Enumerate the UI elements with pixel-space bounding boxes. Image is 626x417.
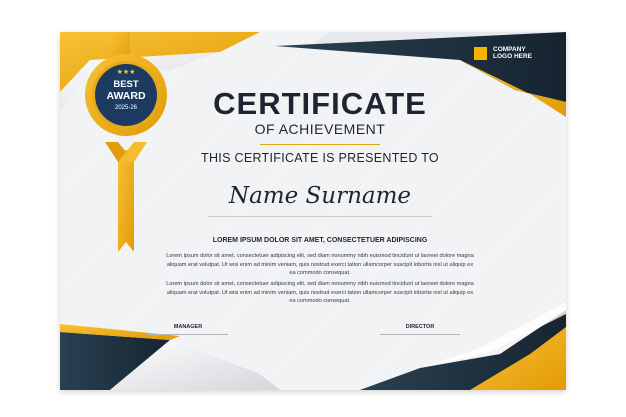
title-divider (260, 144, 380, 145)
signature-manager: MANAGER (148, 324, 228, 335)
recipient-name: Name Surname (228, 183, 412, 209)
name-underline (208, 216, 432, 217)
certificate: ★★★ BEST AWARD 2025-26 COMPANY LOGO HERE… (60, 32, 566, 390)
signature-director: DIRECTOR (380, 324, 460, 335)
badge-stars: ★★★ (117, 68, 136, 76)
page-background: ★★★ BEST AWARD 2025-26 COMPANY LOGO HERE… (0, 0, 626, 417)
body-paragraph: Lorem ipsum dolor sit amet, consectetuer… (166, 281, 474, 305)
badge-line1: BEST (113, 79, 139, 90)
signature-line (380, 334, 460, 335)
presented-to-text: THIS CERTIFICATE IS PRESENTED TO (201, 151, 439, 165)
logo-square-icon (474, 46, 487, 60)
certificate-subtitle: OF ACHIEVEMENT (254, 121, 386, 137)
certificate-title: CERTIFICATE (213, 86, 427, 121)
logo-text: COMPANY LOGO HERE (493, 46, 533, 61)
ribbon-tail (118, 150, 134, 252)
signature-label: DIRECTOR (405, 324, 435, 330)
body-paragraph: Lorem ipsum dolor sit amet, consectetuer… (166, 253, 474, 277)
signature-label: MANAGER (173, 324, 203, 330)
company-logo: COMPANY LOGO HERE (474, 46, 539, 61)
signature-line (148, 334, 228, 335)
badge-year: 2025-26 (115, 105, 138, 111)
badge-line2: AWARD (106, 90, 146, 102)
body-heading: LOREM IPSUM DOLOR SIT AMET, CONSECTETUER… (212, 237, 428, 244)
